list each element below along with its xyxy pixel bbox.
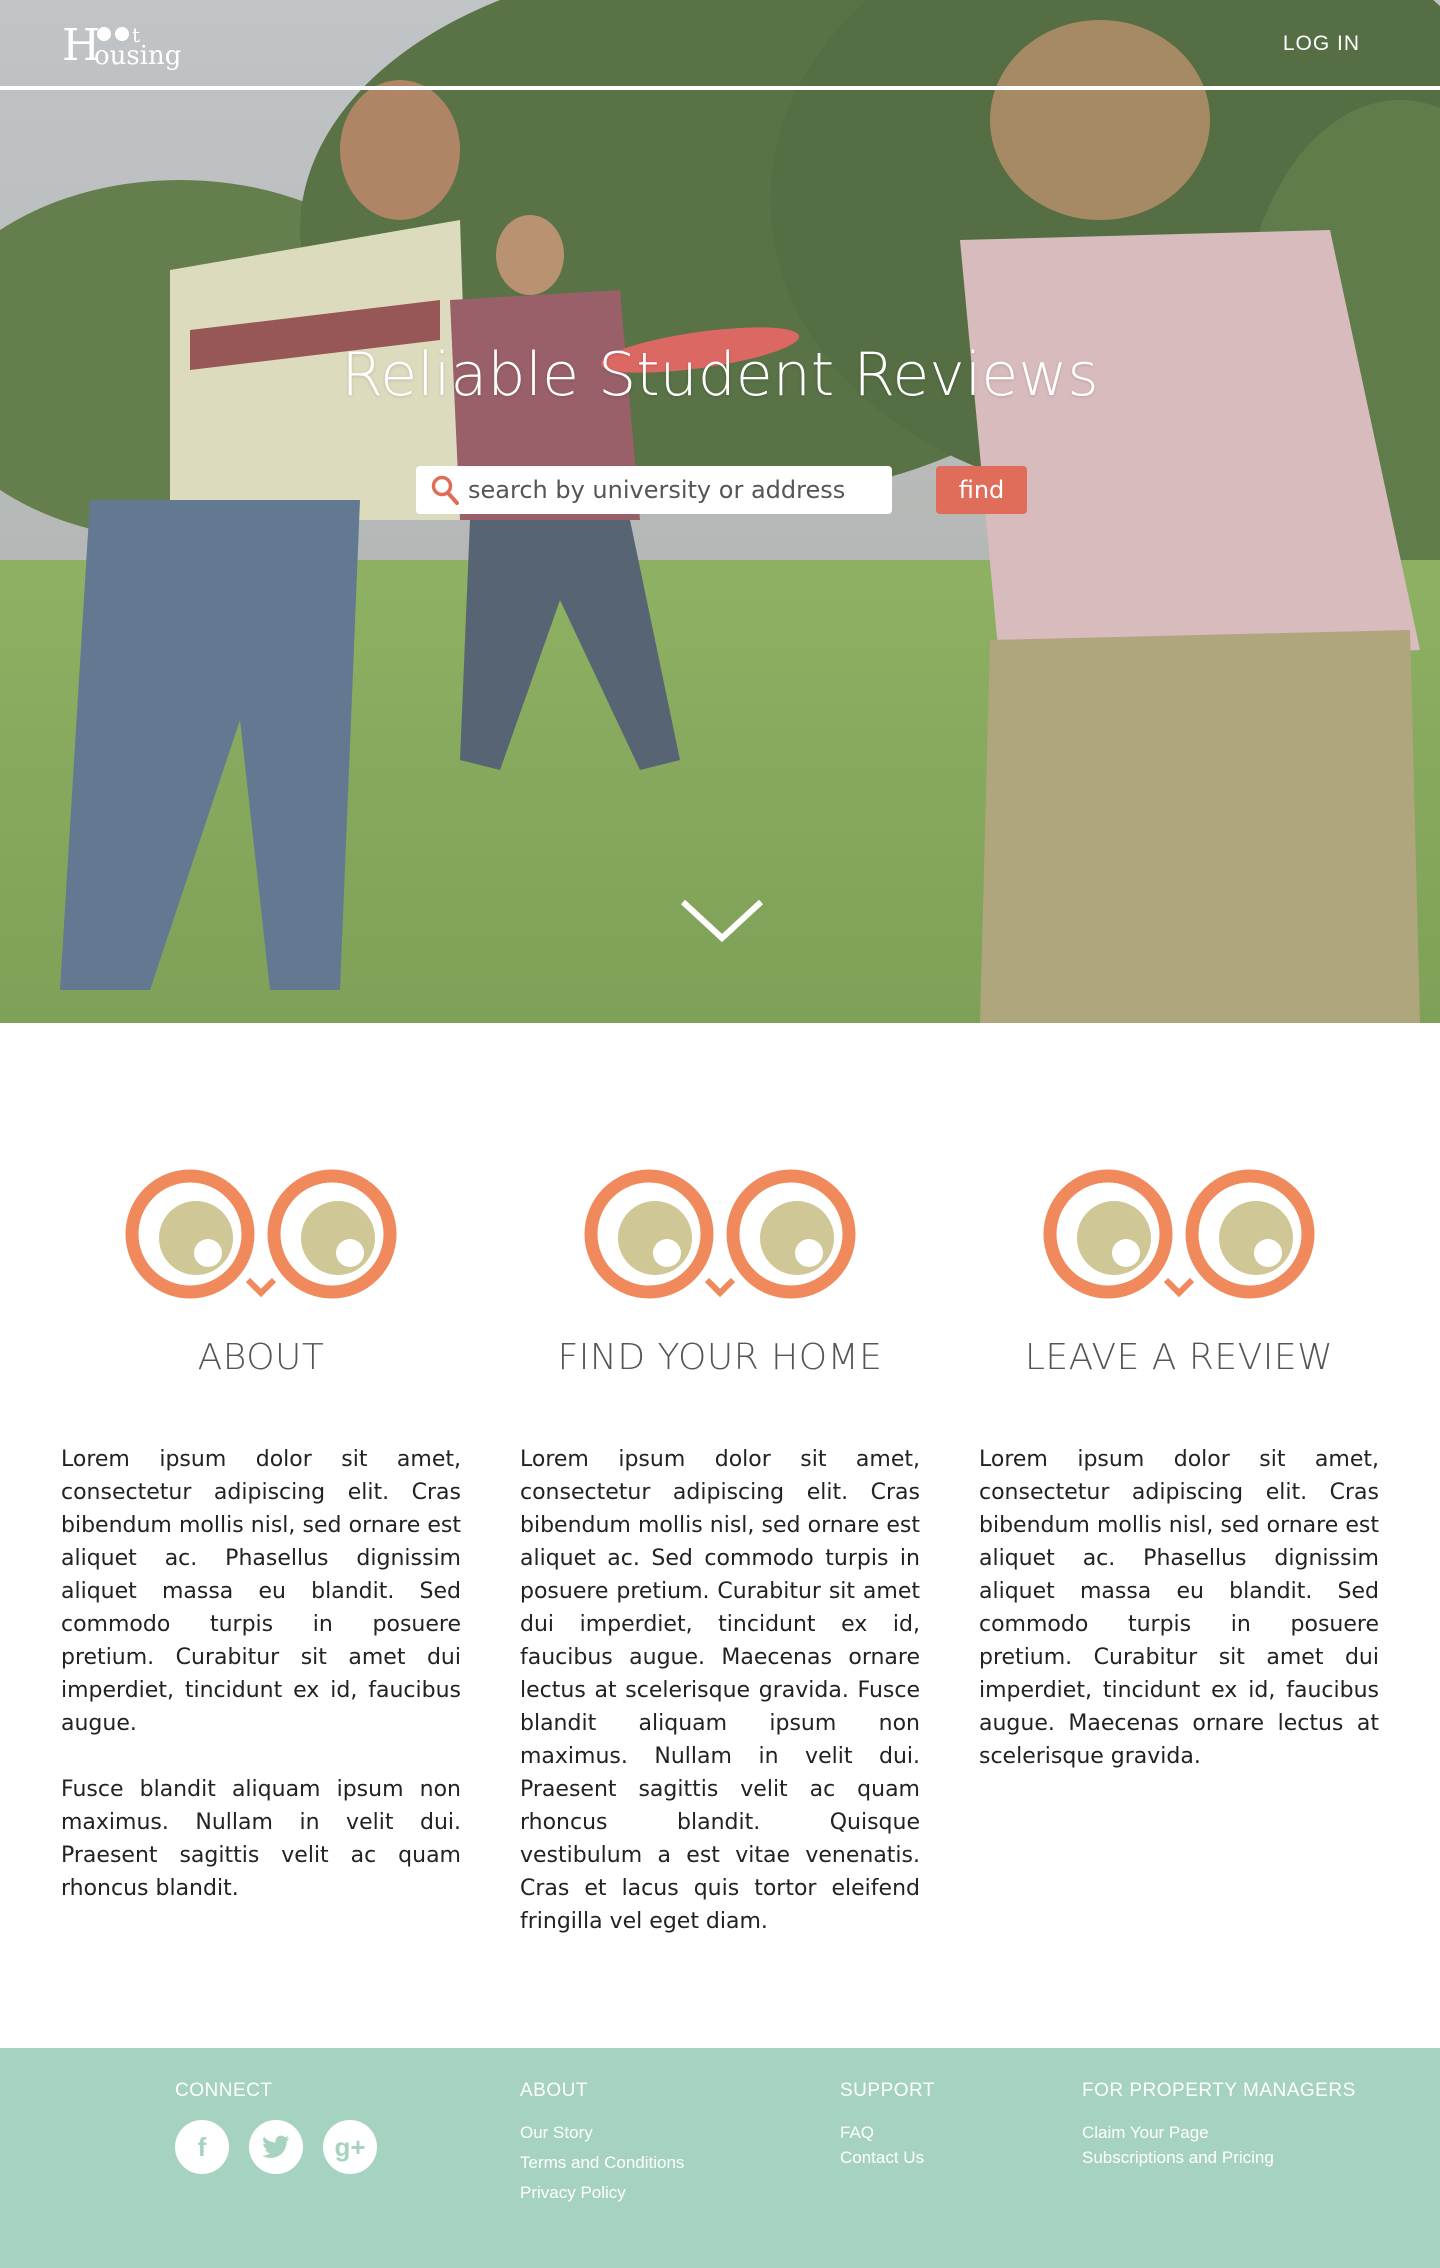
footer-heading: SUPPORT bbox=[840, 2080, 936, 2101]
top-navigation-bar: H t ousing LOG IN bbox=[0, 0, 1440, 90]
footer-property-managers: FOR PROPERTY MANAGERS Claim Your Page Su… bbox=[1082, 2080, 1356, 2170]
hero-section: H t ousing LOG IN Reliable Student Revie… bbox=[0, 0, 1440, 1023]
facebook-icon[interactable]: f bbox=[175, 2120, 229, 2174]
footer-support: SUPPORT FAQ Contact Us bbox=[840, 2080, 935, 2170]
google-plus-icon[interactable]: g+ bbox=[323, 2120, 377, 2174]
footer-link-our-story[interactable]: Our Story bbox=[520, 2120, 684, 2145]
feature-paragraph: Lorem ipsum dolor sit amet, consectetur … bbox=[979, 1447, 1379, 1769]
twitter-icon[interactable] bbox=[249, 2120, 303, 2174]
chevron-down-icon[interactable] bbox=[680, 898, 764, 944]
footer-link-contact[interactable]: Contact Us bbox=[840, 2145, 935, 2170]
footer-link-faq[interactable]: FAQ bbox=[840, 2120, 935, 2145]
find-button[interactable]: find bbox=[936, 466, 1027, 514]
footer-link-privacy[interactable]: Privacy Policy bbox=[520, 2180, 684, 2205]
footer-connect: CONNECT f g+ bbox=[175, 2080, 377, 2174]
feature-paragraph: Lorem ipsum dolor sit amet, consectetur … bbox=[61, 1447, 461, 1736]
facebook-glyph: f bbox=[197, 2131, 207, 2162]
hoot-housing-logo[interactable]: H t ousing bbox=[60, 18, 200, 74]
feature-text: Lorem ipsum dolor sit amet, consectetur … bbox=[979, 1443, 1379, 1806]
feature-text: Lorem ipsum dolor sit amet, consectetur … bbox=[520, 1443, 920, 1971]
feature-paragraph: Fusce blandit aliquam ipsum non maximus.… bbox=[61, 1777, 461, 1901]
google-plus-glyph: g+ bbox=[334, 2131, 366, 2162]
social-links: f g+ bbox=[175, 2120, 377, 2174]
footer-heading: FOR PROPERTY MANAGERS bbox=[1082, 2080, 1356, 2101]
footer-about: ABOUT Our Story Terms and Conditions Pri… bbox=[520, 2080, 684, 2205]
search-icon bbox=[431, 475, 459, 505]
site-footer: CONNECT f g+ ABOUT Our Story Terms and C… bbox=[0, 2048, 1440, 2268]
features-section: ABOUT Lorem ipsum dolor sit amet, consec… bbox=[0, 1023, 1440, 2048]
login-link[interactable]: LOG IN bbox=[1283, 32, 1360, 56]
feature-paragraph: Lorem ipsum dolor sit amet, consectetur … bbox=[520, 1447, 920, 1934]
feature-title: LEAVE A REVIEW bbox=[1024, 1337, 1334, 1378]
feature-title: ABOUT bbox=[197, 1337, 325, 1378]
svg-text:ousing: ousing bbox=[94, 41, 181, 71]
search-input[interactable] bbox=[468, 476, 868, 504]
footer-link-subscriptions[interactable]: Subscriptions and Pricing bbox=[1082, 2145, 1356, 2170]
search-bar bbox=[416, 466, 892, 514]
footer-heading: CONNECT bbox=[175, 2080, 273, 2101]
footer-heading: ABOUT bbox=[520, 2080, 588, 2101]
footer-link-claim-page[interactable]: Claim Your Page bbox=[1082, 2120, 1356, 2145]
owl-eyes-icon bbox=[125, 1169, 397, 1299]
feature-text: Lorem ipsum dolor sit amet, consectetur … bbox=[61, 1443, 461, 1938]
footer-link-terms[interactable]: Terms and Conditions bbox=[520, 2150, 684, 2175]
feature-title: FIND YOUR HOME bbox=[557, 1337, 883, 1378]
owl-eyes-icon bbox=[1043, 1169, 1315, 1299]
hero-headline: Reliable Student Reviews bbox=[341, 340, 1099, 410]
twitter-bird-glyph bbox=[262, 2135, 289, 2158]
owl-eyes-icon bbox=[584, 1169, 856, 1299]
